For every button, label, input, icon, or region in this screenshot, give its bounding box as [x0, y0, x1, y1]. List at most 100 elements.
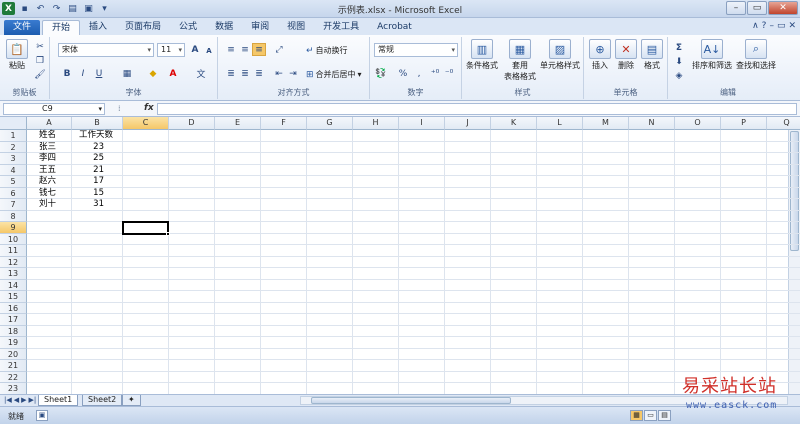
- cell-B1[interactable]: 工作天数: [79, 130, 113, 141]
- percent-button[interactable]: %: [396, 67, 410, 80]
- row-header[interactable]: 4: [0, 164, 27, 176]
- insert-sheet-icon[interactable]: ✦: [122, 395, 141, 406]
- column-header[interactable]: M: [583, 117, 629, 130]
- find-select-button[interactable]: ⌕ 查找和选择: [734, 39, 778, 71]
- column-header[interactable]: L: [537, 117, 583, 130]
- formula-resize-handle[interactable]: ⁞: [118, 104, 121, 113]
- ribbon-tab[interactable]: 页面布局: [116, 20, 170, 35]
- help-icon[interactable]: ?: [762, 21, 767, 31]
- column-header[interactable]: N: [629, 117, 675, 130]
- number-format-combo[interactable]: 常规 ▾: [374, 43, 458, 57]
- decrease-decimal-icon[interactable]: ⁻⁰: [442, 67, 456, 80]
- cell-A1[interactable]: 姓名: [39, 130, 56, 141]
- column-header[interactable]: B: [72, 117, 123, 130]
- bold-button[interactable]: B: [60, 67, 74, 80]
- ribbon-tab[interactable]: 公式: [170, 20, 206, 35]
- column-header[interactable]: F: [261, 117, 307, 130]
- cell-B6[interactable]: 15: [72, 188, 104, 199]
- formula-input[interactable]: [157, 103, 797, 115]
- row-header[interactable]: 18: [0, 325, 27, 337]
- ribbon-tab[interactable]: 数据: [206, 20, 242, 35]
- format-as-table-button[interactable]: ▦ 套用 表格格式: [502, 39, 538, 82]
- align-right-icon[interactable]: ≣: [252, 67, 266, 80]
- paste-button[interactable]: 📋 粘贴: [4, 39, 30, 71]
- autosum-icon[interactable]: Σ: [672, 41, 686, 54]
- row-header[interactable]: 13: [0, 268, 27, 280]
- column-header[interactable]: D: [169, 117, 215, 130]
- fill-color-icon[interactable]: ◆: [146, 67, 160, 80]
- normal-view-icon[interactable]: ▦: [630, 410, 643, 421]
- row-header[interactable]: 8: [0, 210, 27, 222]
- cell-B5[interactable]: 17: [72, 176, 104, 187]
- row-header[interactable]: 1: [0, 130, 27, 142]
- row-header[interactable]: 22: [0, 371, 27, 383]
- comma-button[interactable]: ,: [412, 67, 426, 80]
- sheet-tab[interactable]: Sheet2: [82, 395, 123, 406]
- font-size-combo[interactable]: 11 ▾: [157, 43, 185, 57]
- format-cells-button[interactable]: ▤ 格式: [640, 39, 664, 71]
- orientation-icon[interactable]: ⤢: [272, 43, 286, 56]
- increase-indent-icon[interactable]: ⇥: [286, 67, 300, 80]
- decrease-indent-icon[interactable]: ⇤: [272, 67, 286, 80]
- column-header[interactable]: K: [491, 117, 537, 130]
- sort-filter-button[interactable]: A↓ 排序和筛选: [690, 39, 734, 71]
- align-bottom-icon[interactable]: ≡: [252, 43, 266, 56]
- cell-B4[interactable]: 21: [72, 165, 104, 176]
- row-header[interactable]: 17: [0, 314, 27, 326]
- copy-icon[interactable]: ❐: [33, 54, 47, 67]
- wrap-text-button[interactable]: ↵ 自动换行: [306, 45, 348, 56]
- shrink-font-icon[interactable]: A: [202, 44, 216, 57]
- row-header[interactable]: 5: [0, 176, 27, 188]
- grow-font-icon[interactable]: A: [188, 43, 202, 56]
- horizontal-scroll-thumb[interactable]: [311, 397, 511, 404]
- column-header[interactable]: G: [307, 117, 353, 130]
- cell-A5[interactable]: 赵六: [39, 176, 56, 187]
- column-header[interactable]: A: [27, 117, 72, 130]
- row-header[interactable]: 9: [0, 222, 27, 234]
- column-header[interactable]: O: [675, 117, 721, 130]
- cell-A2[interactable]: 张三: [39, 142, 56, 153]
- next-sheet-icon[interactable]: ▶: [21, 396, 26, 404]
- column-header[interactable]: E: [215, 117, 261, 130]
- row-header[interactable]: 12: [0, 256, 27, 268]
- prev-sheet-icon[interactable]: ◀: [14, 396, 19, 404]
- conditional-format-button[interactable]: ▥ 条件格式: [464, 39, 500, 71]
- ribbon-tab[interactable]: 审阅: [242, 20, 278, 35]
- fill-handle[interactable]: [166, 231, 170, 236]
- cell-A3[interactable]: 李四: [39, 153, 56, 164]
- merge-center-button[interactable]: ⊞ 合并后居中 ▾: [306, 69, 362, 80]
- increase-decimal-icon[interactable]: ⁺⁰: [428, 67, 442, 80]
- phonetic-icon[interactable]: 文: [194, 67, 208, 80]
- row-header[interactable]: 2: [0, 141, 27, 153]
- row-header[interactable]: 10: [0, 233, 27, 245]
- row-header[interactable]: 15: [0, 291, 27, 303]
- ribbon-tab[interactable]: Acrobat: [368, 20, 421, 35]
- ribbon-tab[interactable]: 开始: [42, 20, 81, 35]
- align-middle-icon[interactable]: ≡: [238, 43, 252, 56]
- row-header[interactable]: 16: [0, 302, 27, 314]
- column-header[interactable]: I: [399, 117, 445, 130]
- cut-icon[interactable]: ✂: [33, 40, 47, 53]
- name-box[interactable]: C9 ▾: [3, 103, 105, 115]
- align-left-icon[interactable]: ≣: [224, 67, 238, 80]
- font-color-icon[interactable]: A: [166, 67, 180, 80]
- cell-B7[interactable]: 31: [72, 199, 104, 210]
- active-cell-selection[interactable]: [122, 221, 170, 236]
- select-all-button[interactable]: [0, 117, 27, 130]
- row-header[interactable]: 20: [0, 348, 27, 360]
- row-header[interactable]: 19: [0, 337, 27, 349]
- row-header[interactable]: 23: [0, 383, 27, 394]
- page-layout-view-icon[interactable]: ▭: [644, 410, 657, 421]
- fill-icon[interactable]: ⬇: [672, 55, 686, 68]
- sheet-tab[interactable]: Sheet1: [38, 395, 79, 406]
- row-header[interactable]: 3: [0, 153, 27, 165]
- spreadsheet-grid[interactable]: A B C D E F G H I J K L M N O P Q 1 2 3 4 5 6 7 8 9 10 11 12 13 14 15 16…: [0, 117, 800, 394]
- delete-cells-button[interactable]: ✕ 删除: [614, 39, 638, 71]
- column-header[interactable]: C: [123, 117, 169, 130]
- insert-cells-button[interactable]: ⊕ 插入: [588, 39, 612, 71]
- format-painter-icon[interactable]: 🖌: [33, 68, 47, 81]
- maximize-button[interactable]: ▭: [747, 1, 767, 15]
- cell-styles-button[interactable]: ▨ 单元格样式: [538, 39, 582, 71]
- file-tab[interactable]: 文件: [4, 20, 40, 35]
- underline-button[interactable]: U: [92, 67, 106, 80]
